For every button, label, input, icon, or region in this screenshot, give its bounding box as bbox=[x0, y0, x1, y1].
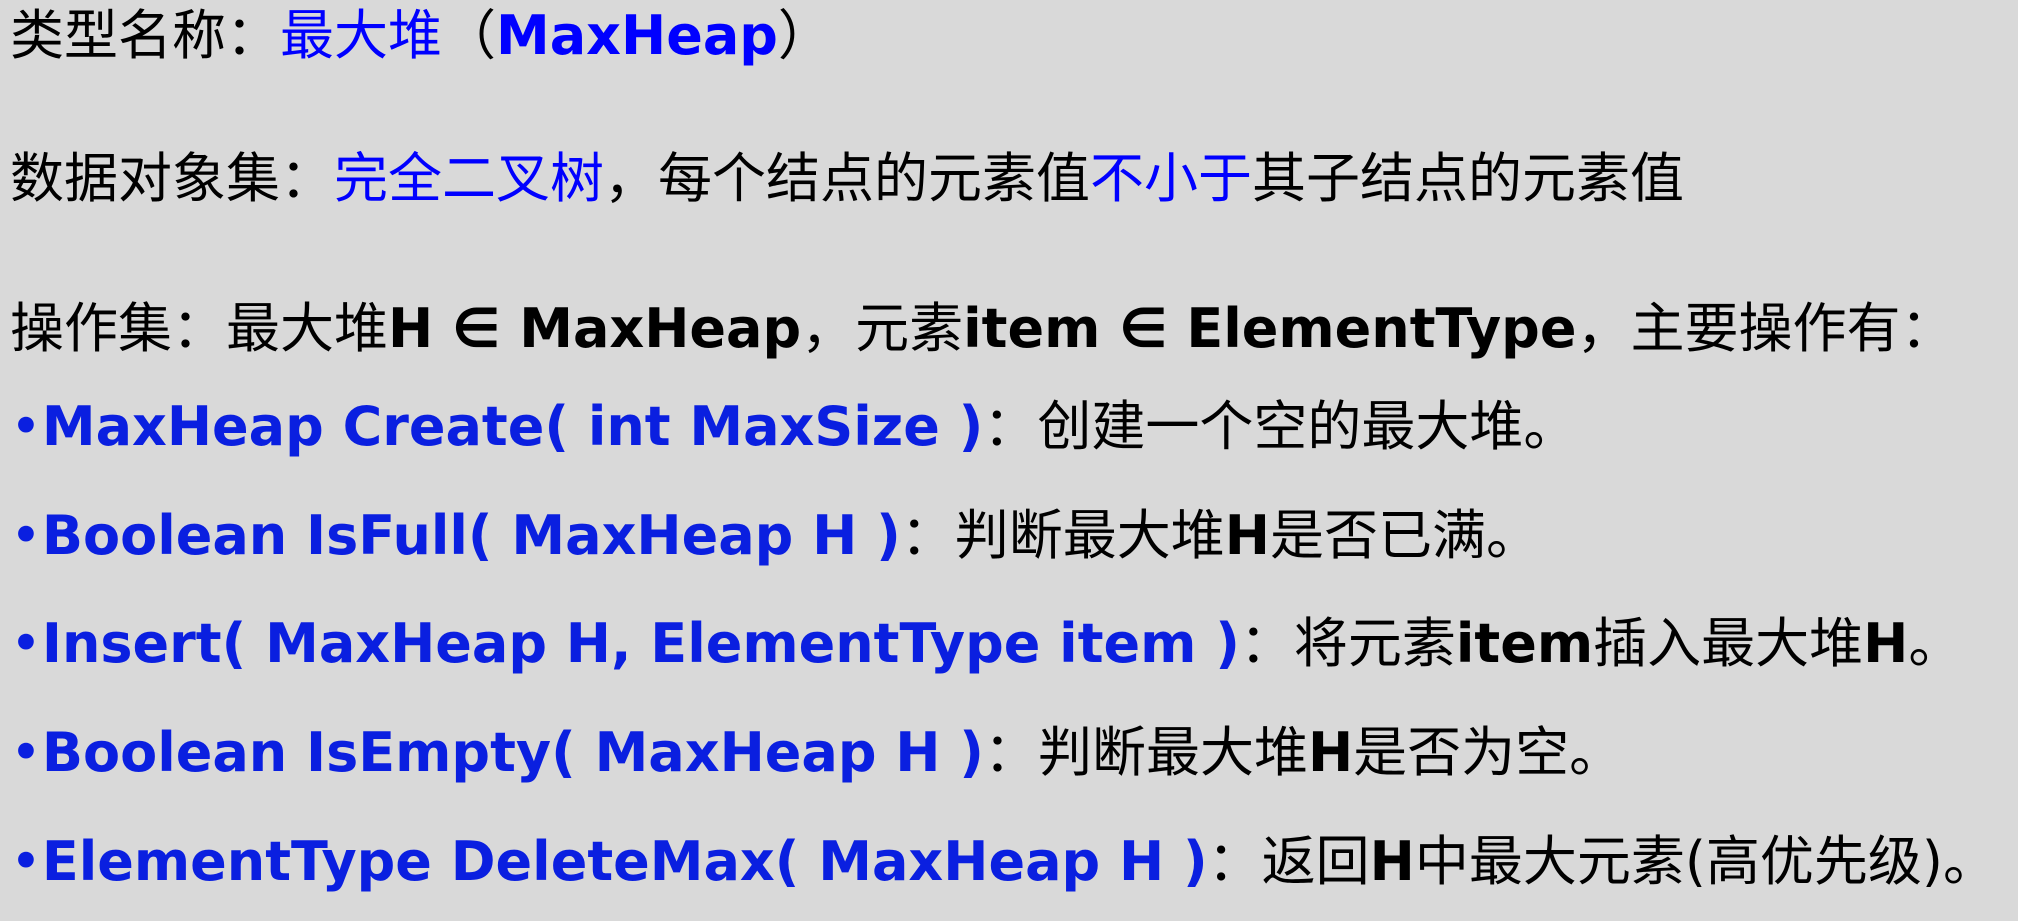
bullet-icon: • bbox=[10, 721, 42, 784]
type-name-label: 类型名称： bbox=[10, 4, 280, 67]
type-name-paren-close: ） bbox=[777, 4, 832, 67]
operation-description-item: item bbox=[1455, 612, 1594, 675]
operation-set-line: 操作集：最大堆H ∈ MaxHeap，元素item ∈ ElementType，… bbox=[10, 297, 1954, 361]
type-name-value-en: MaxHeap bbox=[496, 4, 778, 67]
operation-set-item: item bbox=[963, 297, 1101, 360]
operation-description: ：判断最大堆 bbox=[983, 721, 1308, 784]
operation-signature: Boolean IsEmpty( MaxHeap H ) bbox=[41, 721, 984, 784]
bullet-icon: • bbox=[10, 612, 42, 675]
operation-set-member-elementtype: ∈ ElementType bbox=[1100, 297, 1577, 360]
type-name-paren-open: （ bbox=[442, 4, 496, 67]
data-object-label: 数据对象集： bbox=[10, 147, 334, 210]
operation-description-h: H bbox=[1863, 612, 1909, 675]
operation-description-tail: 是否已满。 bbox=[1270, 504, 1540, 567]
type-name-line: 类型名称：最大堆（MaxHeap） bbox=[10, 4, 832, 68]
data-object-highlight-tree: 完全二叉树 bbox=[334, 147, 604, 210]
bullet-icon: • bbox=[10, 830, 42, 893]
data-object-line: 数据对象集：完全二叉树，每个结点的元素值不小于其子结点的元素值 bbox=[10, 147, 1684, 211]
bullet-icon: • bbox=[10, 504, 42, 567]
operation-description-mid: 插入最大堆 bbox=[1593, 612, 1864, 675]
operation-item-isempty: •Boolean IsEmpty( MaxHeap H )：判断最大堆H是否为空… bbox=[10, 721, 1623, 785]
operation-signature: Insert( MaxHeap H, ElementType item ) bbox=[41, 612, 1240, 675]
operation-description: ：创建一个空的最大堆。 bbox=[983, 395, 1578, 458]
operation-signature: ElementType DeleteMax( MaxHeap H ) bbox=[41, 830, 1208, 893]
operation-description-h: H bbox=[1307, 721, 1354, 784]
operation-description-tail: 。 bbox=[1908, 612, 1963, 675]
data-object-end: 其子结点的元素值 bbox=[1252, 147, 1684, 210]
operation-set-member-maxheap: ∈ MaxHeap bbox=[433, 297, 802, 360]
operation-description-h: H bbox=[1224, 504, 1270, 567]
operation-item-deletemax: •ElementType DeleteMax( MaxHeap H )：返回H中… bbox=[10, 830, 1997, 894]
data-object-highlight-not-less: 不小于 bbox=[1090, 147, 1252, 210]
bullet-icon: • bbox=[10, 395, 42, 458]
operation-set-element-label: ，元素 bbox=[801, 297, 964, 360]
operation-signature: Boolean IsFull( MaxHeap H ) bbox=[41, 504, 901, 567]
operation-set-label: 操作集：最大堆 bbox=[10, 297, 388, 360]
operation-description-tail: 是否为空。 bbox=[1353, 721, 1624, 784]
operation-description-tail: 中最大元素(高优先级)。 bbox=[1414, 830, 1997, 893]
operation-description: ：将元素 bbox=[1239, 612, 1456, 675]
operation-set-tail: ，主要操作有： bbox=[1576, 297, 1955, 360]
operation-set-h: H bbox=[388, 297, 434, 360]
operation-item-create: •MaxHeap Create( int MaxSize )：创建一个空的最大堆… bbox=[10, 395, 1577, 459]
operation-description: ：判断最大堆 bbox=[900, 504, 1225, 567]
operation-signature: MaxHeap Create( int MaxSize ) bbox=[41, 395, 984, 458]
operation-description-h: H bbox=[1369, 830, 1415, 893]
operation-item-insert: •Insert( MaxHeap H, ElementType item )：将… bbox=[10, 612, 1962, 676]
data-object-middle: ，每个结点的元素值 bbox=[604, 147, 1090, 210]
type-name-value-cn: 最大堆 bbox=[280, 4, 442, 67]
operation-item-isfull: •Boolean IsFull( MaxHeap H )：判断最大堆H是否已满。 bbox=[10, 504, 1540, 568]
operation-description: ：返回 bbox=[1207, 830, 1370, 893]
